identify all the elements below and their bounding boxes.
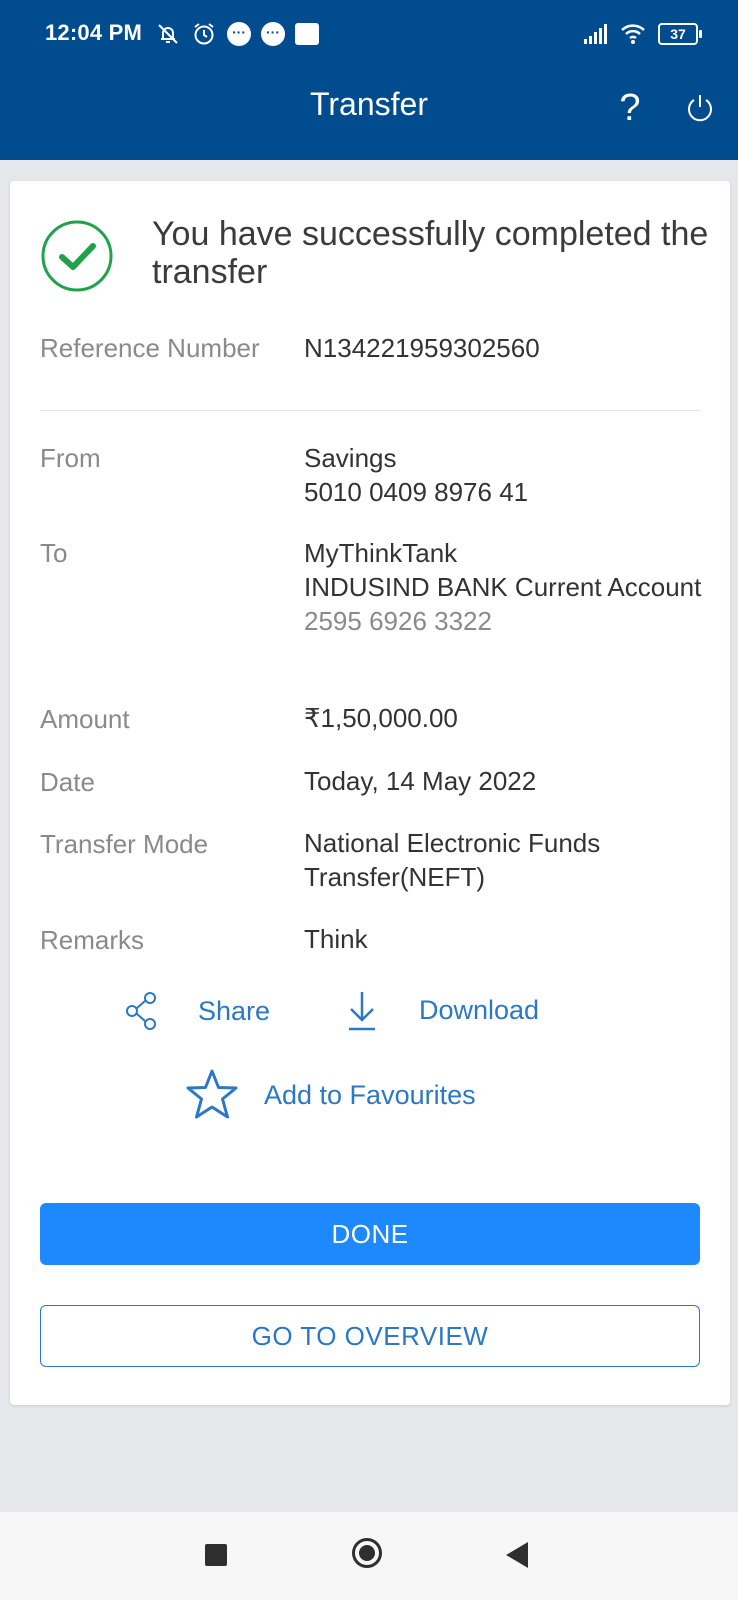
star-icon <box>186 1069 238 1119</box>
chat-bubble-icon <box>261 22 285 46</box>
share-icon <box>126 992 156 1030</box>
done-button[interactable]: DONE <box>40 1203 700 1265</box>
share-button[interactable]: Share <box>124 989 270 1033</box>
remarks-value: Think <box>304 924 368 954</box>
signal-icon <box>584 24 607 44</box>
reference-value: N134221959302560 <box>304 333 540 363</box>
notification-icons <box>155 18 319 50</box>
transfer-receipt-card: You have successfully completed the tran… <box>10 181 730 1405</box>
from-value: Savings 5010 0409 8976 41 <box>304 441 714 509</box>
reference-label: Reference Number <box>40 333 260 363</box>
app-header: 12:04 PM 37 Transfer ? <box>0 0 738 160</box>
battery-icon: 37 <box>658 23 702 45</box>
power-icon[interactable] <box>684 92 716 124</box>
system-icons: 37 <box>582 18 702 50</box>
status-time: 12:04 PM <box>45 20 142 45</box>
download-button[interactable]: Download <box>346 987 539 1033</box>
back-button[interactable] <box>506 1542 528 1568</box>
from-account-number: 5010 0409 8976 41 <box>304 477 529 507</box>
payee-account-number: 2595 6926 3322 <box>304 606 492 636</box>
remarks-label: Remarks <box>40 925 145 955</box>
check-circle-icon <box>41 220 113 292</box>
payee-name: MyThinkTank <box>304 538 458 568</box>
share-label: Share <box>198 995 271 1026</box>
home-button[interactable] <box>352 1538 382 1568</box>
from-account-type: Savings <box>304 443 397 473</box>
alarm-icon <box>194 23 214 45</box>
payee-bank: INDUSIND BANK Current Account <box>304 572 702 602</box>
chat-bubble-icon <box>227 22 251 46</box>
muted-bell-icon <box>158 24 178 44</box>
success-message: You have successfully completed the tran… <box>152 215 709 291</box>
date-label: Date <box>40 767 95 797</box>
app-notification-icon <box>295 23 319 45</box>
to-value: MyThinkTank INDUSIND BANK Current Accoun… <box>304 536 714 638</box>
download-label: Download <box>419 994 540 1025</box>
to-label: To <box>40 538 68 568</box>
amount-value: ₹1,50,000.00 <box>304 703 458 733</box>
amount-label: Amount <box>40 704 130 734</box>
from-label: From <box>40 443 101 473</box>
wifi-icon <box>621 24 645 44</box>
add-to-favourites-button[interactable]: Add to Favourites <box>184 1067 476 1123</box>
transfer-mode-label: Transfer Mode <box>40 829 209 859</box>
download-icon <box>349 992 375 1031</box>
go-to-overview-button[interactable]: GO TO OVERVIEW <box>40 1305 700 1367</box>
divider <box>40 410 700 411</box>
system-nav-bar <box>0 1512 738 1600</box>
transfer-mode-value: National Electronic Funds Transfer(NEFT) <box>304 828 601 892</box>
date-value: Today, 14 May 2022 <box>304 766 537 796</box>
help-button[interactable]: ? <box>610 84 650 132</box>
recent-apps-button[interactable] <box>205 1544 227 1566</box>
favourite-label: Add to Favourites <box>264 1079 476 1110</box>
